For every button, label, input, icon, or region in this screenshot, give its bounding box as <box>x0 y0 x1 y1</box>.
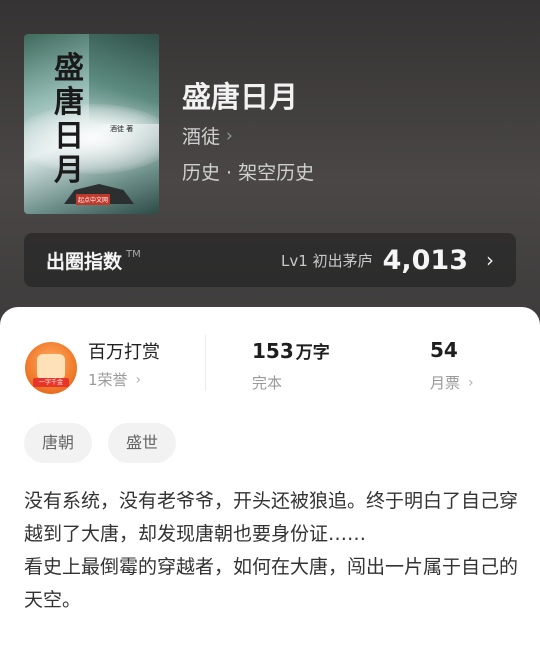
author-name: 酒徒 <box>182 126 221 148</box>
chevron-right-icon: › <box>226 125 233 146</box>
book-description[interactable]: 没有系统，没有老爷爷，开头还被狼追。终于明白了自己穿越到了大唐，却发现唐朝也要身… <box>24 485 519 617</box>
badge-inner <box>37 354 65 380</box>
author-link[interactable]: 酒徒 › <box>182 122 233 149</box>
index-score: 4,013 <box>382 244 468 276</box>
monthly-ticket-count: 54 <box>430 338 458 362</box>
book-title: 盛唐日月 <box>182 80 299 114</box>
completion-status: 完本 <box>252 374 283 392</box>
book-cover[interactable]: 盛唐日月 酒徒 著 起点中文网 <box>24 34 159 214</box>
index-values: Lv1 初出茅庐 4,013 › <box>281 245 494 276</box>
popularity-index-bar[interactable]: 出圈指数 TM Lv1 初出茅庐 4,013 › <box>24 233 516 287</box>
reward-badge-icon[interactable]: 一字千金 <box>25 342 77 394</box>
word-count-value: 153 <box>252 339 294 363</box>
reward-title: 百万打赏 <box>88 342 160 363</box>
word-count-unit: 万字 <box>295 343 330 363</box>
honor-link[interactable]: 1荣誉 › <box>88 369 141 390</box>
monthly-ticket-label: 月票 <box>430 374 461 392</box>
word-count: 153 万字 <box>252 338 330 363</box>
monthly-ticket-link[interactable]: 月票 › <box>430 372 474 393</box>
cover-author: 酒徒 著 <box>110 125 134 133</box>
index-label: 出圈指数 <box>46 250 123 273</box>
trademark-mark: TM <box>126 248 141 260</box>
stats-divider <box>205 335 206 391</box>
book-genre: 历史 · 架空历史 <box>182 162 315 184</box>
cover-title: 盛唐日月 <box>54 51 84 188</box>
cover-brand: 起点中文网 <box>76 194 111 205</box>
honor-count: 1荣誉 <box>88 371 128 389</box>
chevron-right-icon: › <box>486 248 494 272</box>
index-level: Lv1 初出茅庐 <box>281 251 373 270</box>
badge-ribbon: 一字千金 <box>33 378 69 387</box>
tag-tang-dynasty[interactable]: 唐朝 <box>24 423 93 463</box>
chevron-right-icon: › <box>468 374 474 391</box>
chevron-right-icon: › <box>135 371 142 388</box>
tag-golden-age[interactable]: 盛世 <box>108 423 177 463</box>
